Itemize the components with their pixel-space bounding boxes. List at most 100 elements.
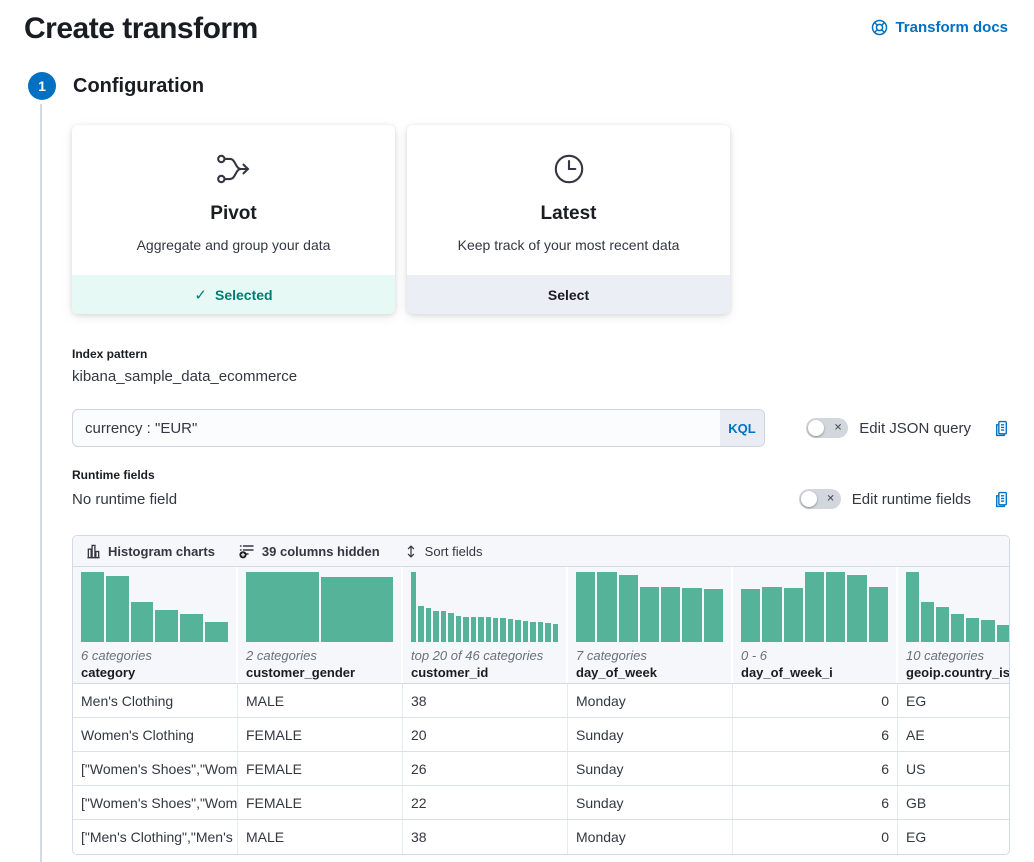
table-cell[interactable]: 6: [733, 718, 898, 751]
step-number-badge: 1: [28, 72, 56, 100]
histogram-bar: [553, 624, 558, 642]
grid-header: 6 categoriescategory2 categoriescustomer…: [73, 567, 1009, 684]
edit-runtime-fields-label: Edit runtime fields: [852, 491, 971, 508]
sort-fields-label: Sort fields: [425, 544, 483, 559]
table-cell[interactable]: Men's Clothing: [73, 684, 238, 717]
table-cell[interactable]: 22: [403, 786, 568, 819]
transform-docs-link[interactable]: Transform docs: [871, 19, 1008, 36]
table-cell[interactable]: 20: [403, 718, 568, 751]
column-name: day_of_week_i: [741, 664, 888, 681]
pivot-selected-footer[interactable]: ✓ Selected: [72, 275, 395, 314]
column-header-customer_id[interactable]: top 20 of 46 categoriescustomer_id: [403, 567, 568, 683]
table-row: Women's ClothingFEMALE20Sunday6AE: [73, 718, 1009, 752]
index-pattern-value: kibana_sample_data_ecommerce: [72, 368, 1010, 385]
table-cell[interactable]: AE: [898, 718, 1009, 751]
toggle-knob: [801, 491, 817, 507]
histogram-bar: [784, 588, 803, 642]
table-cell[interactable]: EG: [898, 684, 1009, 717]
latest-select-button[interactable]: Select: [407, 275, 730, 314]
histogram-bar: [762, 587, 781, 642]
sort-arrows-icon: [404, 544, 418, 559]
table-cell[interactable]: 0: [733, 684, 898, 717]
histogram-charts-button[interactable]: Histogram charts: [86, 544, 215, 559]
table-cell[interactable]: Monday: [568, 820, 733, 854]
histogram-bar: [246, 572, 319, 642]
columns-hidden-label: 39 columns hidden: [262, 544, 380, 559]
table-cell[interactable]: ["Women's Shoes","Wom...: [73, 752, 238, 785]
table-cell[interactable]: FEMALE: [238, 786, 403, 819]
edit-json-query-toggle[interactable]: [806, 418, 848, 438]
table-cell[interactable]: MALE: [238, 684, 403, 717]
table-cell[interactable]: Monday: [568, 684, 733, 717]
edit-runtime-fields-toggle[interactable]: [799, 489, 841, 509]
histogram-bar: [471, 617, 476, 642]
edit-runtime-controls: Edit runtime fields: [799, 489, 1010, 509]
edit-json-query-label: Edit JSON query: [859, 420, 971, 437]
query-text: currency : "EUR": [73, 420, 197, 437]
histogram-bar: [597, 572, 616, 642]
histogram-day_of_week_i: [741, 572, 888, 642]
column-name: customer_gender: [246, 664, 393, 681]
histogram-bar: [321, 577, 394, 642]
column-header-day_of_week[interactable]: 7 categoriesday_of_week: [568, 567, 733, 683]
histogram-bar: [441, 611, 446, 642]
table-cell[interactable]: 6: [733, 752, 898, 785]
histogram-bar: [538, 622, 543, 642]
latest-card[interactable]: Latest Keep track of your most recent da…: [407, 125, 730, 314]
histogram-bar: [456, 616, 461, 642]
column-header-day_of_week_i[interactable]: 0 - 6day_of_week_i: [733, 567, 898, 683]
table-cell[interactable]: 0: [733, 820, 898, 854]
page-header: Create transform Transform docs: [0, 0, 1034, 48]
table-cell[interactable]: MALE: [238, 820, 403, 854]
histogram-bar: [523, 621, 528, 642]
histogram-bar: [741, 589, 760, 642]
kql-language-badge[interactable]: KQL: [720, 410, 764, 446]
pivot-card[interactable]: Pivot Aggregate and group your data ✓ Se…: [72, 125, 395, 314]
histogram-day_of_week: [576, 572, 723, 642]
copy-runtime-fields-icon[interactable]: [993, 491, 1010, 508]
histogram-bar: [426, 608, 431, 642]
histogram-bar: [661, 587, 680, 642]
step-connector-line: [40, 104, 42, 862]
copy-json-query-icon[interactable]: [993, 420, 1010, 437]
table-cell[interactable]: FEMALE: [238, 752, 403, 785]
column-name: day_of_week: [576, 664, 723, 681]
histogram-bar: [448, 613, 453, 642]
table-cell[interactable]: Women's Clothing: [73, 718, 238, 751]
columns-hidden-button[interactable]: 39 columns hidden: [239, 543, 380, 559]
column-header-geoip.country_iso_[interactable]: 10 categoriesgeoip.country_iso_: [898, 567, 1009, 683]
pivot-card-title: Pivot: [72, 203, 395, 225]
table-cell[interactable]: ["Men's Clothing","Men's ...: [73, 820, 238, 854]
sort-fields-button[interactable]: Sort fields: [404, 544, 483, 559]
page-title: Create transform: [24, 10, 258, 48]
table-cell[interactable]: ["Women's Shoes","Wom...: [73, 786, 238, 819]
histogram-bar: [106, 576, 129, 643]
table-row: Men's ClothingMALE38Monday0EG: [73, 684, 1009, 718]
create-transform-page: Create transform Transform docs 1 Config…: [0, 0, 1034, 862]
table-row: ["Women's Shoes","Wom...FEMALE22Sunday6G…: [73, 786, 1009, 820]
histogram-bar: [545, 623, 550, 642]
edit-json-controls: Edit JSON query: [806, 418, 1010, 438]
table-cell[interactable]: 6: [733, 786, 898, 819]
histogram-bar: [205, 622, 228, 642]
table-cell[interactable]: 38: [403, 820, 568, 854]
table-cell[interactable]: EG: [898, 820, 1009, 854]
table-cell[interactable]: FEMALE: [238, 718, 403, 751]
histogram-bar: [411, 572, 416, 642]
table-cell[interactable]: Sunday: [568, 718, 733, 751]
index-pattern-label: Index pattern: [72, 347, 1010, 361]
search-query-input[interactable]: currency : "EUR" KQL: [72, 409, 765, 447]
query-row: currency : "EUR" KQL Edit JSON query: [72, 409, 1010, 447]
histogram-category: [81, 572, 228, 642]
table-cell[interactable]: Sunday: [568, 752, 733, 785]
table-cell[interactable]: US: [898, 752, 1009, 785]
histogram-customer_gender: [246, 572, 393, 642]
table-cell[interactable]: 38: [403, 684, 568, 717]
column-header-category[interactable]: 6 categoriescategory: [73, 567, 238, 683]
table-cell[interactable]: GB: [898, 786, 1009, 819]
table-cell[interactable]: 26: [403, 752, 568, 785]
histogram-bar: [640, 587, 659, 642]
column-header-customer_gender[interactable]: 2 categoriescustomer_gender: [238, 567, 403, 683]
latest-footer-label: Select: [548, 287, 589, 303]
table-cell[interactable]: Sunday: [568, 786, 733, 819]
